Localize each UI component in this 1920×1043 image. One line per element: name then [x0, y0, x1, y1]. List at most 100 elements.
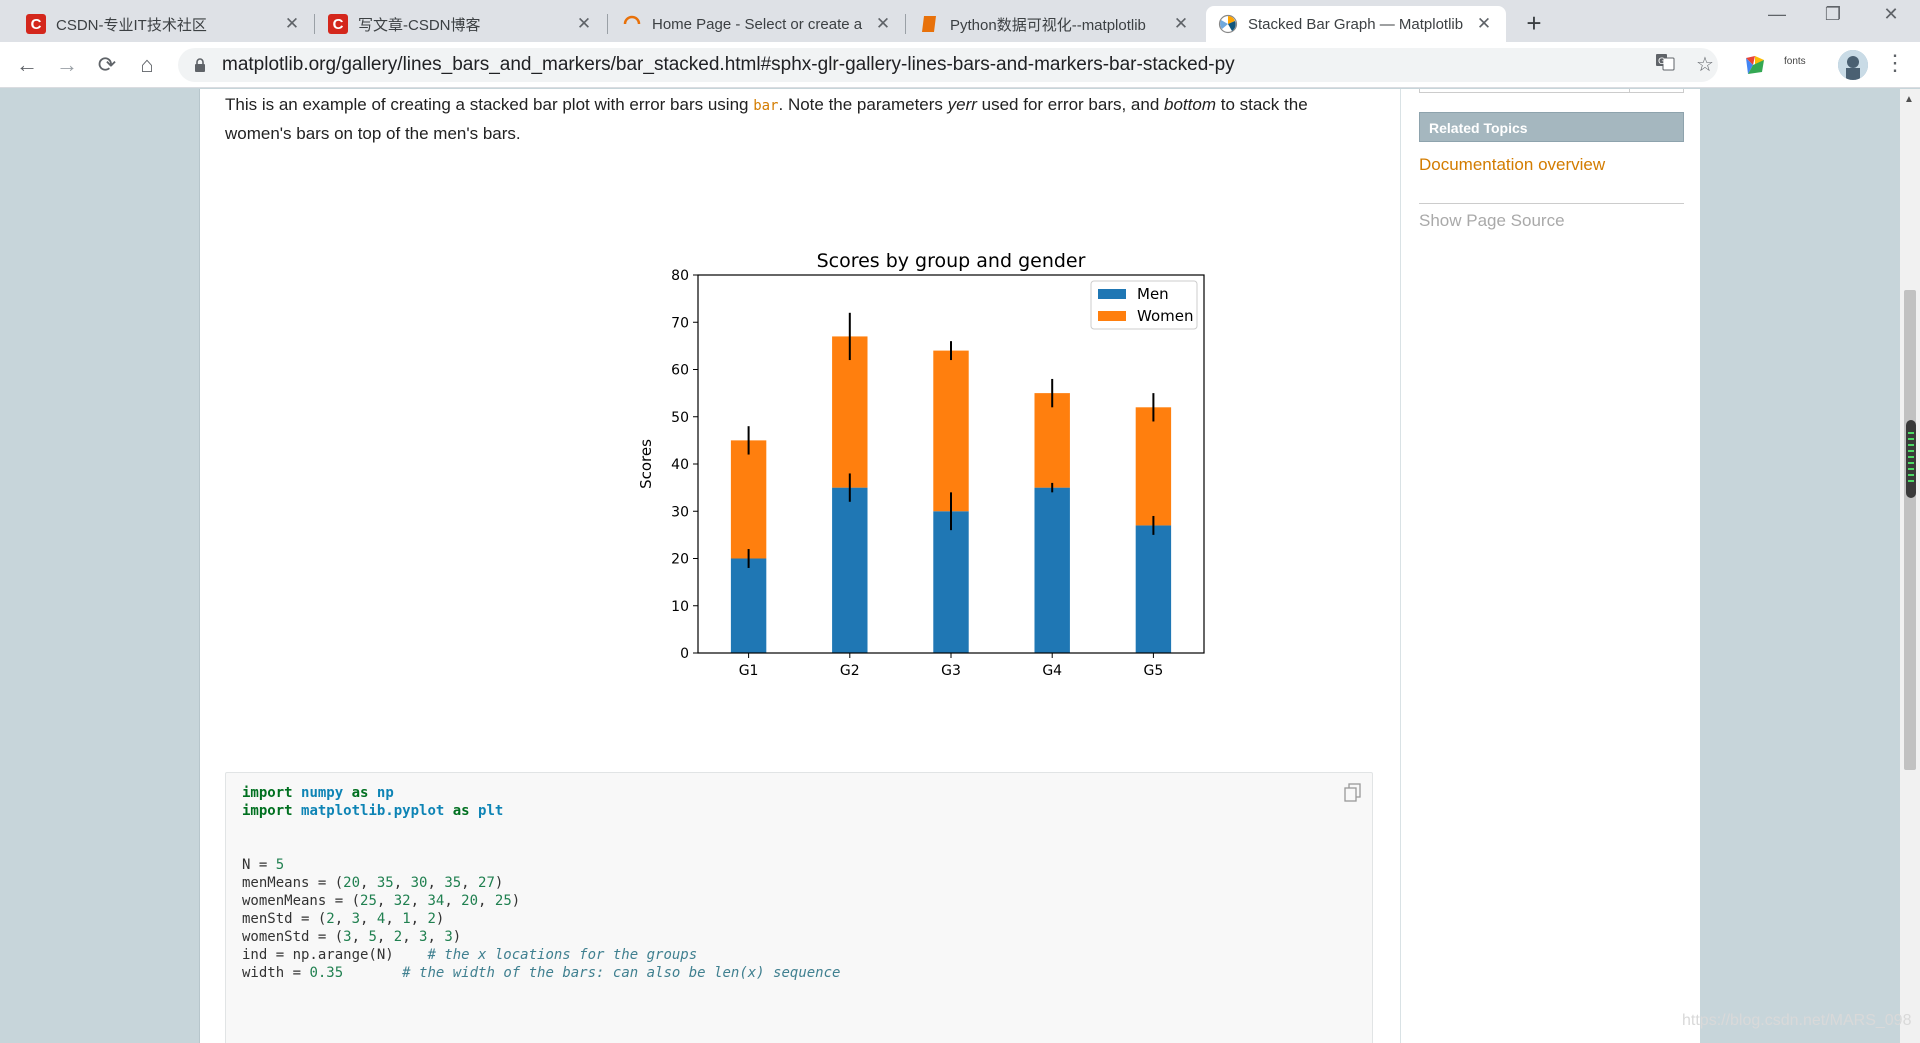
bar-code-link[interactable]: bar: [753, 98, 778, 114]
close-icon[interactable]: ✕: [282, 14, 302, 34]
scrollbar-thumb[interactable]: [1904, 290, 1916, 770]
minimize-icon[interactable]: —: [1752, 4, 1802, 25]
side-grip-icon[interactable]: [1906, 420, 1916, 498]
code-line: import matplotlib.pyplot as plt: [242, 803, 504, 819]
tab-csdn-write[interactable]: C 写文章-CSDN博客 ✕: [316, 6, 606, 42]
y-tick-label: 70: [671, 315, 689, 331]
tab-csdn-home[interactable]: C CSDN-专业IT技术社区 ✕: [14, 6, 314, 42]
related-topics-header: Related Topics: [1419, 112, 1684, 142]
bar-women: [730, 440, 767, 559]
close-icon[interactable]: ✕: [1171, 14, 1191, 34]
translate-icon[interactable]: G: [1652, 52, 1678, 78]
intro-text: . Note the parameters: [778, 95, 948, 114]
new-tab-button[interactable]: +: [1518, 8, 1550, 39]
csdn-icon: C: [328, 14, 348, 34]
copy-icon[interactable]: [1344, 783, 1362, 803]
y-tick-label: 20: [671, 552, 689, 568]
fonts-extension-icon[interactable]: fonts: [1784, 56, 1806, 67]
loading-icon: [622, 14, 642, 34]
code-line: import numpy as np: [242, 785, 394, 801]
csdn-icon: C: [26, 14, 46, 34]
param-bottom: bottom: [1164, 95, 1216, 114]
close-icon[interactable]: ✕: [1474, 14, 1494, 34]
x-tick-label: G3: [941, 663, 961, 679]
scroll-up-arrow-icon[interactable]: ▲: [1904, 94, 1914, 105]
intro-text: This is an example of creating a stacked…: [225, 95, 754, 114]
bar-men: [1135, 525, 1172, 653]
code-line: N = 5: [242, 857, 285, 873]
tab-stacked-bar[interactable]: Stacked Bar Graph — Matplotlib ✕: [1206, 6, 1506, 42]
code-block: import numpy as np import matplotlib.pypl…: [225, 772, 1373, 1043]
window-close-icon[interactable]: ✕: [1866, 4, 1916, 25]
bookmark-star-icon[interactable]: ☆: [1692, 52, 1718, 77]
intro-text: used for error bars, and: [976, 95, 1165, 114]
search-button[interactable]: [1629, 89, 1684, 93]
restore-icon[interactable]: ❐: [1808, 4, 1858, 25]
show-page-source-link[interactable]: Show Page Source: [1419, 211, 1565, 231]
y-tick-label: 10: [671, 599, 689, 615]
code-line: menStd = (2, 3, 4, 1, 2): [242, 911, 445, 927]
avatar[interactable]: [1838, 50, 1868, 80]
bar-men: [730, 558, 767, 653]
code-line: ind = np.arange(N) # the x locations for…: [242, 947, 698, 963]
y-axis-label: Scores: [637, 439, 655, 489]
close-icon[interactable]: ✕: [873, 14, 893, 34]
stacked-bar-chart: Scores by group and gender 0 10 20 30 40 50 60 7…: [637, 250, 1205, 679]
menu-icon[interactable]: ⋮: [1884, 50, 1906, 76]
divider: [1419, 203, 1684, 204]
tab-separator: [905, 14, 906, 34]
browser-toolbar: ← → ⟳ ⌂ matplotlib.org/gallery/lines_bar…: [0, 42, 1920, 88]
y-tick-label: 80: [671, 268, 689, 284]
y-tick-label: 60: [671, 363, 689, 379]
bar-men: [933, 511, 969, 653]
param-yerr: yerr: [947, 95, 977, 114]
tab-separator: [314, 14, 315, 34]
close-icon[interactable]: ✕: [574, 14, 594, 34]
main-content: This is an example of creating a stacked…: [199, 89, 1400, 1043]
tab-title: Home Page - Select or create a: [652, 15, 863, 33]
x-tick-label: G5: [1144, 663, 1164, 679]
x-tick-label: G2: [840, 663, 860, 679]
y-tick-label: 40: [671, 457, 689, 473]
x-tick-label: G4: [1042, 663, 1062, 679]
matplotlib-icon: [1218, 14, 1238, 34]
code-line: width = 0.35 # the width of the bars: ca…: [242, 965, 841, 981]
code-line: menMeans = (20, 35, 30, 35, 27): [242, 875, 504, 891]
bar-men: [832, 487, 868, 653]
tab-python-viz[interactable]: Python数据可视化--matplotlib ✕: [908, 6, 1203, 42]
lock-icon: [194, 58, 206, 72]
address-bar[interactable]: matplotlib.org/gallery/lines_bars_and_ma…: [178, 48, 1718, 82]
y-tick-label: 30: [671, 504, 689, 520]
y-tick-label: 50: [671, 410, 689, 426]
reload-icon[interactable]: ⟳: [92, 50, 122, 80]
legend-label-women: Women: [1137, 307, 1193, 325]
tab-separator: [607, 14, 608, 34]
home-icon[interactable]: ⌂: [132, 50, 162, 80]
y-tick-label: 0: [680, 646, 689, 662]
tab-title: CSDN-专业IT技术社区: [56, 16, 207, 34]
legend-swatch-women: [1098, 311, 1126, 321]
chart-title: Scores by group and gender: [817, 250, 1086, 272]
back-icon[interactable]: ←: [12, 50, 42, 80]
bar-women: [1135, 407, 1172, 526]
web-page: This is an example of creating a stacked…: [0, 89, 1920, 1043]
forward-icon[interactable]: →: [52, 50, 82, 80]
legend-label-men: Men: [1137, 285, 1169, 303]
watermark-text: https://blog.csdn.net/MARS_098: [1682, 1012, 1912, 1029]
tab-strip: C CSDN-专业IT技术社区 ✕ C 写文章-CSDN博客 ✕ Home Pa…: [0, 0, 1920, 42]
x-tick-label: G1: [739, 663, 759, 679]
documentation-overview-link[interactable]: Documentation overview: [1419, 155, 1605, 175]
bar-women: [933, 350, 969, 512]
tab-title: 写文章-CSDN博客: [358, 16, 481, 34]
book-icon: [920, 14, 940, 34]
bar-men: [1034, 487, 1070, 653]
intro-paragraph: This is an example of creating a stacked…: [225, 91, 1375, 147]
legend-swatch-men: [1098, 289, 1126, 299]
extension-color-icon[interactable]: [1744, 54, 1766, 81]
tab-home-page[interactable]: Home Page - Select or create a ✕: [610, 6, 905, 42]
svg-text:G: G: [1658, 57, 1665, 67]
url-text: matplotlib.org/gallery/lines_bars_and_ma…: [222, 54, 1235, 75]
code-line: womenMeans = (25, 32, 34, 20, 25): [242, 893, 521, 909]
tab-title: Python数据可视化--matplotlib: [950, 16, 1146, 34]
tab-title: Stacked Bar Graph — Matplotlib: [1248, 15, 1464, 33]
